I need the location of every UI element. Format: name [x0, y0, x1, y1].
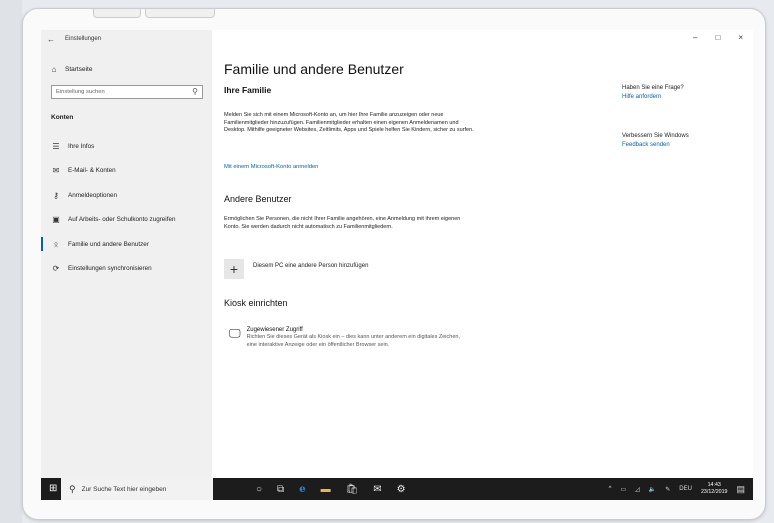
- sidebar-item-label: E-Mail- & Konten: [68, 167, 116, 175]
- add-person-button[interactable]: + Diesem PC eine andere Person hinzufüge…: [224, 259, 368, 279]
- family-text: Melden Sie sich mit einem Microsoft-Kont…: [224, 112, 474, 134]
- taskbar-apps: ○ ⧉ e ▬ 🛍 ✉ ⚙: [256, 478, 406, 500]
- volume-icon[interactable]: 🔈: [649, 486, 656, 493]
- family-heading: Ihre Familie: [224, 85, 272, 95]
- plus-icon: +: [224, 259, 244, 279]
- nav-home-label: Startseite: [65, 66, 93, 73]
- help-question: Haben Sie eine Frage?: [622, 85, 684, 91]
- background-edge: [0, 0, 22, 523]
- sync-icon: ⟳: [52, 264, 60, 274]
- file-explorer-icon[interactable]: ▬: [321, 484, 331, 495]
- task-view-icon[interactable]: ⧉: [277, 484, 284, 495]
- sidebar-item-label: Auf Arbeits- oder Schulkonto zugreifen: [68, 216, 176, 224]
- help-link[interactable]: Hilfe anfordern: [622, 94, 684, 100]
- others-heading: Andere Benutzer: [224, 194, 292, 204]
- language-indicator[interactable]: DEU: [679, 486, 692, 492]
- person-add-icon: ᛟ: [53, 239, 59, 249]
- help-section: Haben Sie eine Frage? Hilfe anfordern: [622, 85, 684, 100]
- assigned-access-title: Zugewiesener Zugriff: [246, 327, 303, 333]
- search-icon: ⚲: [69, 483, 76, 494]
- arrow-left-icon[interactable]: ←: [47, 35, 55, 44]
- feedback-link[interactable]: Feedback senden: [622, 142, 689, 148]
- main-content: – □ × Familie und andere Benutzer Ihre F…: [212, 30, 753, 478]
- store-icon[interactable]: 🛍: [346, 484, 359, 495]
- improve-heading: Verbessern Sie Windows: [622, 133, 689, 139]
- page-title: Familie und andere Benutzer: [224, 61, 404, 77]
- taskbar-search-placeholder: Zur Suche Text hier eingeben: [81, 485, 167, 493]
- person-card-icon: ☰: [52, 141, 60, 151]
- sidebar-item-ihre-infos[interactable]: ☰ Ihre Infos: [41, 134, 212, 159]
- sidebar-item-anmeldeoptionen[interactable]: ⚷ Anmeldeoptionen: [41, 183, 212, 208]
- sidebar-item-synchronisieren[interactable]: ⟳ Einstellungen synchronisieren: [41, 257, 212, 282]
- sidebar-item-label: Familie und andere Benutzer: [68, 240, 149, 248]
- edge-icon[interactable]: e: [299, 484, 305, 495]
- taskbar: ⊞ ⚲ Zur Suche Text hier eingeben ○ ⧉ e ▬…: [41, 478, 753, 500]
- settings-search-input[interactable]: Einstellung suchen ⚲: [51, 85, 203, 99]
- mail-icon[interactable]: ✉: [373, 484, 381, 495]
- nav-home[interactable]: ⌂ Startseite: [49, 65, 93, 74]
- sidebar-item-familie[interactable]: ᛟ Familie und andere Benutzer: [41, 232, 212, 257]
- feedback-section: Verbessern Sie Windows Feedback senden: [622, 133, 689, 148]
- assigned-access-item[interactable]: 🖵 Zugewiesener Zugriff Richten Sie diese…: [229, 327, 462, 349]
- kiosk-icon: 🖵: [229, 326, 241, 340]
- battery-icon[interactable]: ▭: [620, 486, 626, 493]
- pen-icon[interactable]: ✎: [665, 486, 670, 493]
- assigned-access-description: Richten Sie dieses Gerät als Kiosk ein –…: [246, 334, 460, 348]
- settings-gear-icon[interactable]: ⚙: [397, 484, 406, 495]
- microsoft-signin-link[interactable]: Mit einem Microsoft-Konto anmelden: [224, 164, 318, 170]
- home-icon: ⌂: [51, 65, 57, 74]
- mail-icon: ✉: [52, 166, 60, 176]
- window-title: Einstellungen: [65, 36, 102, 42]
- section-title: Konten: [51, 114, 74, 121]
- add-person-label: Diesem PC eine andere Person hinzufügen: [253, 262, 369, 269]
- sidebar-item-label: Ihre Infos: [68, 142, 95, 150]
- screen: ← Einstellungen ⌂ Startseite Einstellung…: [41, 30, 753, 500]
- clock-time: 14:43: [707, 482, 721, 488]
- sidebar-item-email-konten[interactable]: ✉ E-Mail- & Konten: [41, 159, 212, 184]
- search-placeholder: Einstellung suchen: [56, 89, 105, 95]
- sidebar-item-label: Anmeldeoptionen: [68, 191, 118, 199]
- briefcase-icon: ▣: [52, 215, 60, 225]
- kiosk-heading: Kiosk einrichten: [224, 298, 288, 308]
- notification-icon[interactable]: ▤: [736, 484, 745, 495]
- assigned-access-text-block: Zugewiesener Zugriff Richten Sie dieses …: [247, 327, 462, 349]
- sidebar: ← Einstellungen ⌂ Startseite Einstellung…: [41, 30, 212, 478]
- network-icon[interactable]: ◿: [635, 486, 640, 493]
- cortana-icon[interactable]: ○: [256, 484, 262, 495]
- system-tray: ^ ▭ ◿ 🔈 ✎ DEU 14:43 23/12/2019 ▤: [609, 478, 745, 500]
- others-text: Ermöglichen Sie Personen, die nicht Ihre…: [224, 216, 461, 230]
- maximize-button[interactable]: □: [715, 33, 720, 42]
- taskbar-search-input[interactable]: ⚲ Zur Suche Text hier eingeben: [61, 478, 213, 500]
- key-icon: ⚷: [53, 190, 59, 200]
- window-controls: – □ ×: [693, 33, 743, 42]
- clock[interactable]: 14:43 23/12/2019: [701, 482, 728, 496]
- sidebar-item-arbeitskonto[interactable]: ▣ Auf Arbeits- oder Schulkonto zugreifen: [41, 208, 212, 233]
- close-button[interactable]: ×: [738, 33, 743, 42]
- device-tab: [93, 9, 141, 18]
- device-tab: [145, 9, 215, 18]
- windows-start-icon[interactable]: ⊞: [49, 483, 57, 494]
- clock-date: 23/12/2019: [700, 489, 728, 495]
- nav-list: ☰ Ihre Infos ✉ E-Mail- & Konten ⚷ Anmeld…: [41, 134, 212, 281]
- search-icon[interactable]: ⚲: [192, 87, 198, 96]
- chevron-up-icon[interactable]: ^: [609, 486, 612, 492]
- sidebar-item-label: Einstellungen synchronisieren: [68, 265, 152, 273]
- minimize-button[interactable]: –: [693, 33, 697, 42]
